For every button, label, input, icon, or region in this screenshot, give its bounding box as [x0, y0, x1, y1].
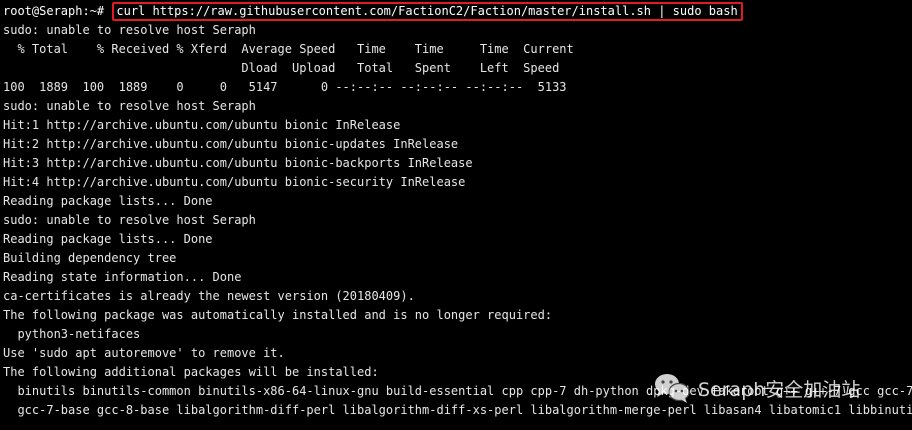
terminal-output-line: Hit:2 http://archive.ubuntu.com/ubuntu b… [3, 137, 459, 151]
terminal-output-line: Reading package lists... Done [3, 194, 213, 208]
terminal-output-line: Hit:4 http://archive.ubuntu.com/ubuntu b… [3, 175, 466, 189]
terminal-output-line: sudo: unable to resolve host Seraph [3, 99, 256, 113]
terminal-output-line: 100 1889 100 1889 0 0 5147 0 --:--:-- --… [3, 80, 567, 94]
terminal-window[interactable]: root@Seraph:~# curl https://raw.githubus… [0, 0, 912, 430]
terminal-output-line: Reading package lists... Done [3, 232, 213, 246]
terminal-output-line: ca-certificates is already the newest ve… [3, 289, 415, 303]
terminal-output-line: Building dependency tree [3, 251, 177, 265]
terminal-output-line: sudo: unable to resolve host Seraph [3, 23, 256, 37]
highlighted-command: curl https://raw.githubusercontent.com/F… [112, 2, 743, 21]
terminal-output-line: sudo: unable to resolve host Seraph [3, 213, 256, 227]
terminal-output-line: Hit:1 http://archive.ubuntu.com/ubuntu b… [3, 118, 401, 132]
wechat-icon [655, 374, 690, 403]
watermark: Seraph安全加油站 [652, 370, 860, 406]
terminal-output-line: Dload Upload Total Spent Left Speed [3, 61, 560, 75]
shell-prompt: root@Seraph:~# [3, 4, 112, 18]
terminal-output-line: Use 'sudo apt autoremove' to remove it. [3, 346, 285, 360]
watermark-text: Seraph安全加油站 [698, 378, 861, 401]
command-line: root@Seraph:~# curl https://raw.githubus… [3, 2, 743, 21]
terminal-output-line: python3-netifaces [3, 327, 141, 341]
terminal-output-line: The following additional packages will b… [3, 365, 379, 379]
terminal-output-line: The following package was automatically … [3, 308, 553, 322]
terminal-output-line: Hit:3 http://archive.ubuntu.com/ubuntu b… [3, 156, 473, 170]
terminal-output-line: Reading state information... Done [3, 270, 242, 284]
terminal-output-line: % Total % Received % Xferd Average Speed… [3, 42, 574, 56]
